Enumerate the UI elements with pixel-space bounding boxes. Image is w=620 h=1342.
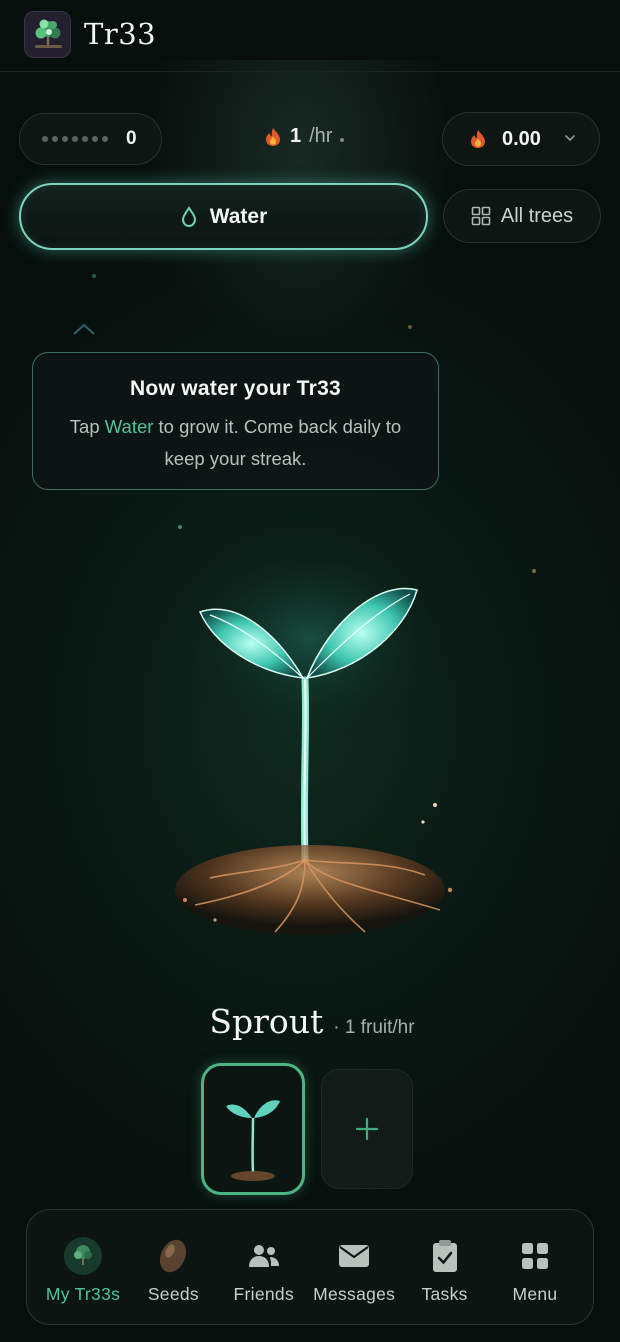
rate-value: 1 (290, 125, 302, 147)
progress-counter-pill[interactable]: 0 (19, 113, 162, 165)
nav-item-tasks[interactable]: Tasks (401, 1210, 489, 1324)
tooltip-body-suffix: to grow it. Come back daily to keep your… (153, 416, 402, 469)
counter-value: 0 (126, 128, 137, 149)
water-button[interactable]: Water (19, 183, 428, 250)
flame-icon (471, 130, 485, 148)
tooltip-caret-icon (73, 323, 95, 335)
all-trees-label: All trees (500, 204, 574, 227)
nav-item-friends[interactable]: Friends (220, 1210, 308, 1324)
nav-item-seeds[interactable]: Seeds (129, 1210, 217, 1324)
nav-label: Tasks (421, 1284, 468, 1304)
plus-icon (355, 1117, 379, 1141)
nav-label: Seeds (147, 1284, 199, 1304)
grid-icon (471, 206, 491, 226)
onboarding-tooltip: Now water your Tr33 Tap Water to grow it… (32, 352, 439, 490)
seed-icon (153, 1236, 193, 1276)
tree-stage-info: Sprout · 1 fruit/hr (0, 1002, 620, 1052)
grid-icon (515, 1236, 555, 1276)
nav-item-menu[interactable]: Menu (491, 1210, 579, 1324)
all-trees-button[interactable]: All trees (443, 189, 601, 243)
bottom-navigation: My Tr33s Seeds Friends Messages Tasks Me… (26, 1209, 594, 1325)
nav-item-my-tr33s[interactable]: My Tr33s (39, 1210, 127, 1324)
sprout-illustration[interactable] (155, 560, 465, 960)
friends-icon (244, 1236, 284, 1276)
sparkle (408, 325, 412, 329)
app-header: Tr33 (0, 0, 620, 72)
rate-unit: /hr (309, 125, 333, 147)
stage-name: Sprout (209, 1002, 324, 1041)
sparkle (178, 525, 182, 529)
live-indicator-dot (340, 137, 345, 142)
progress-dots (42, 136, 108, 142)
tooltip-body: Tap Water to grow it. Come back daily to… (33, 411, 438, 475)
mail-icon (334, 1236, 374, 1276)
nav-label: My Tr33s (45, 1284, 121, 1304)
stage-rate: · 1 fruit/hr (333, 1017, 415, 1038)
sprout-thumbnail-icon (226, 1100, 280, 1181)
chevron-down-icon (565, 135, 575, 142)
tooltip-body-prefix: Tap (69, 416, 105, 437)
sparkle (92, 274, 96, 278)
water-drop-icon (181, 205, 196, 227)
balance-value: 0.00 (502, 128, 541, 150)
flame-icon (266, 127, 280, 146)
balance-selector[interactable]: 0.00 (442, 112, 600, 166)
nav-label: Messages (313, 1284, 396, 1304)
add-tree-button[interactable] (321, 1069, 413, 1189)
app-title: Tr33 (84, 17, 157, 51)
tooltip-water-highlight: Water (104, 416, 154, 437)
nav-item-messages[interactable]: Messages (310, 1210, 398, 1324)
sparkle (532, 569, 536, 573)
earning-rate: 1 /hr (264, 125, 345, 148)
water-button-label: Water (209, 204, 268, 228)
tree-logo-icon[interactable] (24, 11, 71, 58)
clipboard-check-icon (425, 1236, 465, 1276)
tooltip-title: Now water your Tr33 (129, 377, 342, 400)
nav-label: Menu (512, 1284, 558, 1304)
nav-label: Friends (233, 1284, 295, 1304)
tree-icon (63, 1236, 103, 1276)
tree-card-selected[interactable] (201, 1063, 305, 1195)
